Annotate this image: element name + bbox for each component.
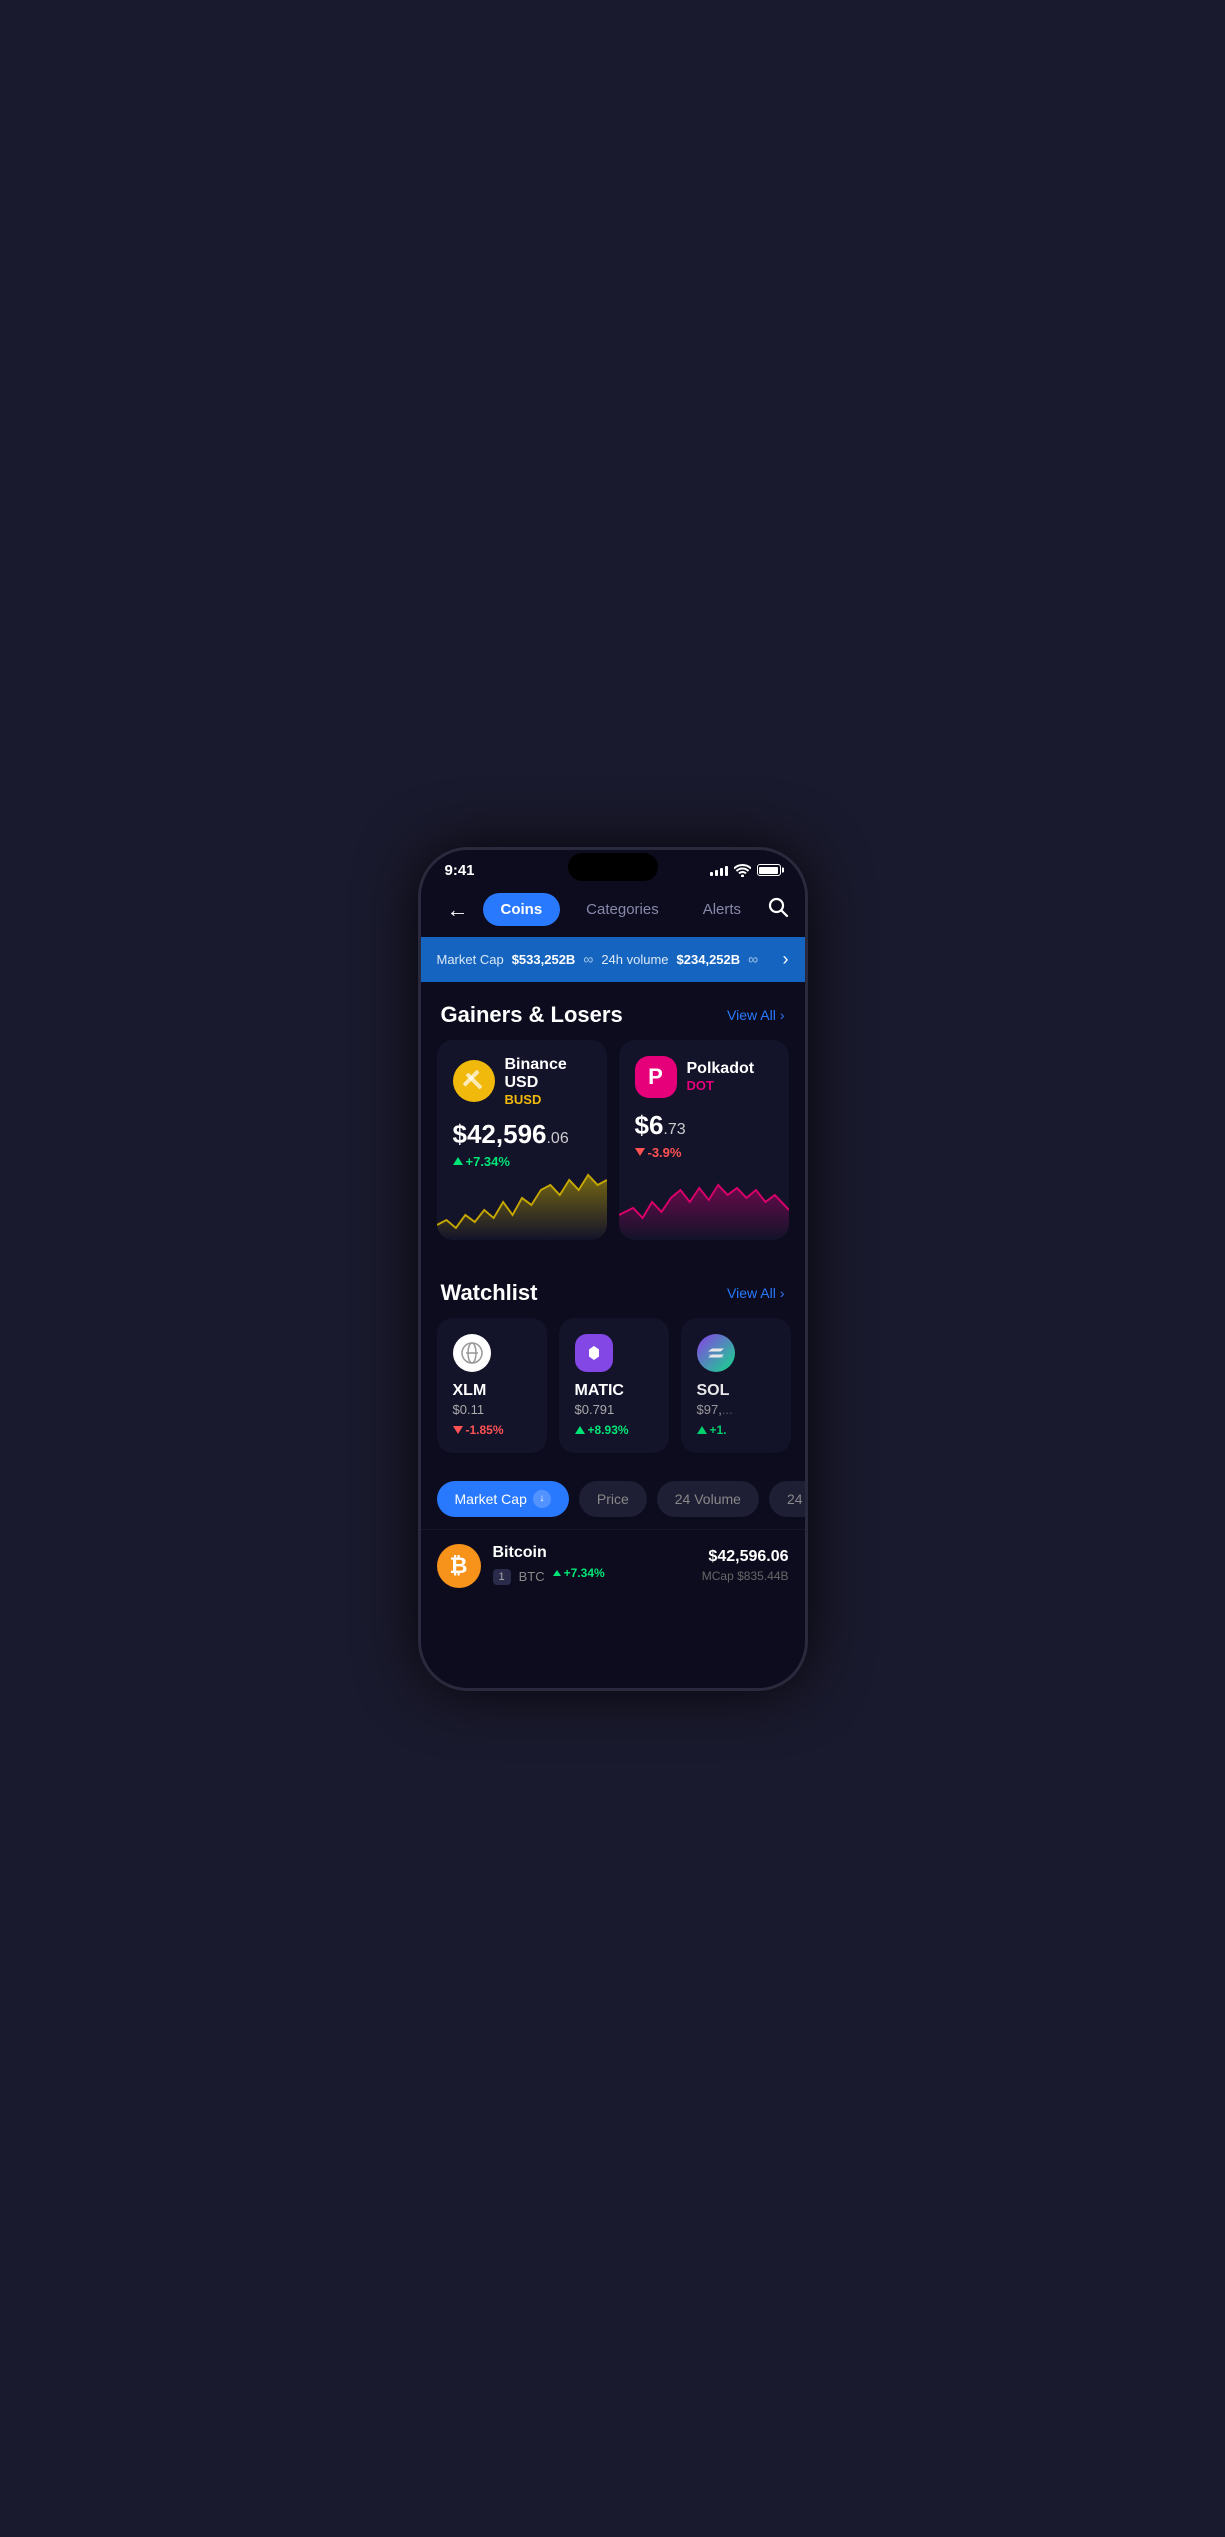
sort-tab-price[interactable]: Price bbox=[579, 1481, 647, 1517]
btc-triangle-icon bbox=[553, 1570, 561, 1576]
gainers-losers-header: Gainers & Losers View All › bbox=[421, 982, 805, 1040]
sort-arrow-icon: ↓ bbox=[533, 1490, 551, 1508]
phone-screen[interactable]: 9:41 ← Coins Categories Al bbox=[421, 850, 805, 1688]
watchlist-header: Watchlist View All › bbox=[421, 1260, 805, 1318]
coin-list: ₿ Bitcoin 1 BTC +7.34% $42,596.06 bbox=[421, 1529, 805, 1602]
xlm-price: $0.11 bbox=[453, 1402, 531, 1417]
watchlist-title: Watchlist bbox=[441, 1280, 538, 1306]
matic-change: +8.93% bbox=[575, 1423, 653, 1437]
back-button[interactable]: ← bbox=[441, 893, 475, 927]
market-cap-label: Market Cap bbox=[437, 952, 504, 967]
gainers-losers-title: Gainers & Losers bbox=[441, 1002, 623, 1028]
matic-logo bbox=[575, 1334, 613, 1372]
search-button[interactable] bbox=[767, 896, 789, 924]
busd-chart bbox=[437, 1160, 607, 1240]
sol-triangle-icon bbox=[697, 1426, 707, 1434]
gainers-losers-view-all[interactable]: View All › bbox=[727, 1007, 784, 1023]
matic-triangle-icon bbox=[575, 1426, 585, 1434]
volume-label: 24h volume bbox=[601, 952, 668, 967]
sort-tab-market-cap[interactable]: Market Cap ↓ bbox=[437, 1481, 569, 1517]
notch bbox=[553, 850, 673, 884]
matic-price: $0.791 bbox=[575, 1402, 653, 1417]
watchlist-view-all[interactable]: View All › bbox=[727, 1285, 784, 1301]
xlm-symbol: XLM bbox=[453, 1382, 531, 1400]
notch-pill bbox=[568, 853, 658, 881]
bitcoin-prices: $42,596.06 MCap $835.44B bbox=[702, 1548, 789, 1583]
volume-value: $234,252B bbox=[677, 952, 741, 967]
bitcoin-logo: ₿ bbox=[437, 1544, 481, 1588]
market-banner-text: Market Cap $533,252B ∞ 24h volume $234,2… bbox=[437, 951, 775, 967]
sort-tabs: Market Cap ↓ Price 24 Volume 24 Change bbox=[421, 1469, 805, 1529]
nav-bar: ← Coins Categories Alerts bbox=[421, 883, 805, 937]
bitcoin-mcap: MCap $835.44B bbox=[702, 1569, 789, 1583]
sol-symbol: SOL bbox=[697, 1382, 775, 1400]
xlm-change: -1.85% bbox=[453, 1423, 531, 1437]
watchlist-chevron-icon: › bbox=[780, 1285, 785, 1301]
dot-card[interactable]: P Polkadot DOT $6.73 -3.9% bbox=[619, 1040, 789, 1240]
xlm-logo bbox=[453, 1334, 491, 1372]
bitcoin-rank: 1 bbox=[493, 1569, 511, 1585]
market-banner[interactable]: Market Cap $533,252B ∞ 24h volume $234,2… bbox=[421, 937, 805, 982]
bitcoin-list-item[interactable]: ₿ Bitcoin 1 BTC +7.34% $42,596.06 bbox=[421, 1529, 805, 1602]
market-cap-value: $533,252B bbox=[512, 952, 576, 967]
dot-change: -3.9% bbox=[635, 1145, 773, 1160]
bitcoin-price: $42,596.06 bbox=[702, 1548, 789, 1566]
sort-tab-volume[interactable]: 24 Volume bbox=[657, 1481, 759, 1517]
battery-icon bbox=[757, 864, 781, 876]
banner-chevron-icon: › bbox=[783, 949, 789, 970]
bitcoin-info: Bitcoin 1 BTC +7.34% bbox=[493, 1544, 702, 1588]
signal-bar-1 bbox=[710, 872, 713, 876]
gainers-losers-cards: Binance USD BUSD $42,596.06 +7.34% bbox=[421, 1040, 805, 1256]
dot-price-whole: $6 bbox=[635, 1110, 664, 1140]
sol-change: +1. bbox=[697, 1423, 775, 1437]
status-time: 9:41 bbox=[445, 862, 475, 879]
bitcoin-symbol: BTC bbox=[519, 1569, 545, 1584]
dot-price-decimal: .73 bbox=[663, 1121, 685, 1138]
phone-frame: 9:41 ← Coins Categories Al bbox=[418, 847, 808, 1691]
dot-logo: P bbox=[635, 1056, 677, 1098]
busd-logo bbox=[453, 1060, 495, 1102]
watchlist-section: Watchlist View All › XLM bbox=[421, 1256, 805, 1469]
busd-price-decimal: .06 bbox=[546, 1130, 568, 1147]
dot-price: $6.73 bbox=[635, 1110, 773, 1141]
matic-watchlist-card[interactable]: MATIC $0.791 +8.93% bbox=[559, 1318, 669, 1453]
busd-symbol: BUSD bbox=[505, 1092, 591, 1107]
xlm-watchlist-card[interactable]: XLM $0.11 -1.85% bbox=[437, 1318, 547, 1453]
sol-logo bbox=[697, 1334, 735, 1372]
infinity-icon: ∞ bbox=[583, 951, 593, 967]
tab-categories[interactable]: Categories bbox=[568, 893, 677, 926]
signal-bar-2 bbox=[715, 870, 718, 876]
sol-price: $97,... bbox=[697, 1402, 775, 1417]
xlm-triangle-icon bbox=[453, 1426, 463, 1434]
tab-alerts[interactable]: Alerts bbox=[685, 893, 759, 926]
signal-bar-3 bbox=[720, 868, 723, 876]
dot-card-header: P Polkadot DOT bbox=[635, 1056, 773, 1098]
dot-name: Polkadot bbox=[687, 1060, 755, 1078]
busd-price-whole: $42,596 bbox=[453, 1119, 547, 1149]
battery-fill bbox=[759, 867, 778, 874]
signal-bar-4 bbox=[725, 866, 728, 876]
bitcoin-name: Bitcoin bbox=[493, 1544, 702, 1562]
matic-symbol: MATIC bbox=[575, 1382, 653, 1400]
sort-tab-change[interactable]: 24 Change bbox=[769, 1481, 805, 1517]
bitcoin-meta: 1 BTC +7.34% bbox=[493, 1566, 702, 1588]
status-icons bbox=[710, 864, 781, 877]
busd-price: $42,596.06 bbox=[453, 1119, 591, 1150]
bitcoin-change: +7.34% bbox=[553, 1566, 605, 1580]
sol-watchlist-card[interactable]: SOL $97,... +1. bbox=[681, 1318, 791, 1453]
watchlist-cards: XLM $0.11 -1.85% MATIC bbox=[421, 1318, 805, 1469]
wifi-icon bbox=[734, 864, 751, 877]
tab-coins[interactable]: Coins bbox=[483, 893, 561, 926]
busd-card-header: Binance USD BUSD bbox=[453, 1056, 591, 1107]
chevron-right-icon: › bbox=[780, 1007, 785, 1023]
triangle-down-icon bbox=[635, 1148, 645, 1156]
signal-bars-icon bbox=[710, 864, 728, 876]
busd-card[interactable]: Binance USD BUSD $42,596.06 +7.34% bbox=[437, 1040, 607, 1240]
dot-chart bbox=[619, 1160, 789, 1240]
infinity-icon-2: ∞ bbox=[748, 951, 758, 967]
dot-symbol: DOT bbox=[687, 1078, 755, 1093]
busd-name: Binance USD bbox=[505, 1056, 591, 1092]
